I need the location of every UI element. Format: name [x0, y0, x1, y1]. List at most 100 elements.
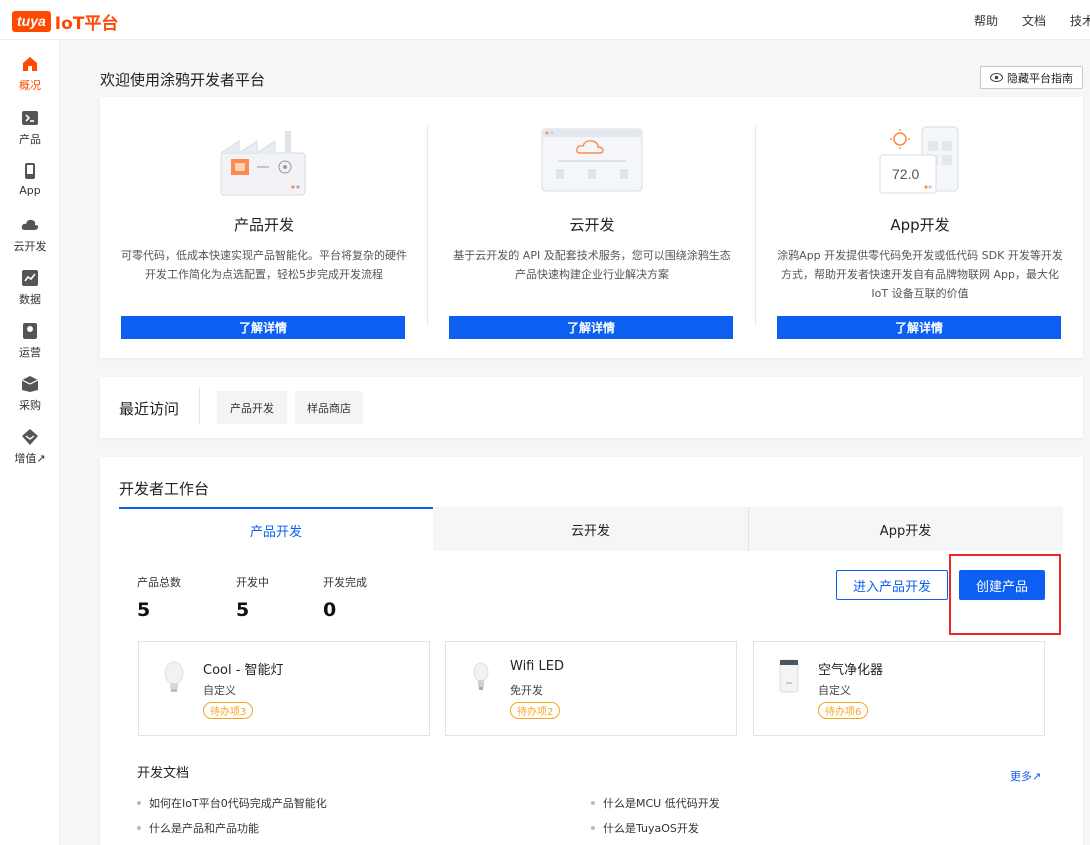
product-name: Cool - 智能灯 — [203, 663, 284, 678]
product-type: 自定义 — [818, 684, 851, 697]
product-card[interactable]: 空气净化器 自定义 待办项6 — [753, 641, 1045, 736]
learn-more-button[interactable]: 了解详情 — [449, 316, 733, 339]
learn-more-button[interactable]: 了解详情 — [121, 316, 405, 339]
cloud-illustration-icon — [541, 128, 643, 192]
stat-value: 5 — [236, 599, 250, 621]
bulb-icon — [473, 662, 489, 690]
sidebar-item-purchase[interactable]: 采购 — [0, 375, 60, 413]
feature-product-dev: 产品开发 可零代码，低成本快速实现产品智能化。平台将复杂的硬件开发工作简化为点选… — [100, 97, 428, 358]
phone-icon — [25, 163, 35, 179]
home-icon — [23, 57, 37, 71]
sidebar-item-label: 数据 — [19, 293, 41, 306]
bullet-icon — [137, 801, 141, 805]
doc-link-label: 什么是TuyaOS开发 — [603, 822, 699, 835]
sidebar-item-label: 云开发 — [13, 240, 47, 253]
stat-completed: 开发完成 0 — [323, 574, 367, 621]
tab-cloud-dev[interactable]: 云开发 — [433, 507, 748, 551]
cloud-icon — [21, 219, 39, 230]
docs-title: 开发文档 — [137, 766, 190, 781]
stat-value: 5 — [137, 599, 151, 621]
tab-product-dev[interactable]: 产品开发 — [119, 507, 433, 551]
terminal-icon — [22, 111, 38, 125]
todo-badge[interactable]: 待办项3 — [203, 702, 254, 719]
illus-temp: 72.0 — [892, 166, 919, 182]
product-name: Wifi LED — [510, 659, 564, 674]
eye-icon — [990, 73, 1003, 82]
sidebar-item-overview[interactable]: 概况 — [0, 55, 60, 93]
hide-guide-button[interactable]: 隐藏平台指南 — [980, 66, 1083, 89]
doc-link-label: 如何在IoT平台0代码完成产品智能化 — [149, 797, 327, 810]
product-type: 自定义 — [203, 684, 236, 697]
bulb-icon — [164, 661, 184, 692]
sidebar-item-product[interactable]: 产品 — [0, 109, 60, 147]
bullet-icon — [591, 801, 595, 805]
help-link[interactable]: 帮助 — [974, 12, 998, 29]
developer-workbench: 开发者工作台 产品开发 云开发 App开发 产品总数 5 开发中 5 开发完成 … — [100, 457, 1083, 845]
doc-link[interactable]: 如何在IoT平台0代码完成产品智能化 — [137, 795, 327, 811]
sidebar-item-label: 概况 — [19, 79, 41, 92]
product-card[interactable]: Wifi LED 免开发 待办项2 — [445, 641, 737, 736]
sidebar-item-data[interactable]: 数据 — [0, 269, 60, 307]
feature-desc: 基于云开发的 API 及配套技术服务，您可以围绕涂鸦生态产品快速构建企业行业解决… — [453, 249, 731, 281]
sidebar-item-cloud[interactable]: 云开发 — [0, 216, 60, 254]
recent-label: 最近访问 — [119, 400, 180, 418]
product-card[interactable]: Cool - 智能灯 自定义 待办项3 — [138, 641, 430, 736]
sidebar-item-operate[interactable]: 运营 — [0, 322, 60, 360]
bullet-icon — [591, 826, 595, 830]
sidebar-item-label: App — [19, 184, 41, 197]
feature-app-dev: 72.0 App开发 涂鸦App 开发提供零代码免开发或低代码 SDK 开发等开… — [756, 97, 1084, 358]
logo-text: IoT平台 — [54, 14, 119, 34]
docs-link[interactable]: 文档 — [1022, 12, 1046, 29]
sidebar-item-label: 产品 — [19, 133, 41, 146]
stat-label: 开发完成 — [323, 576, 367, 589]
box-icon — [21, 376, 39, 392]
tuya-logo[interactable]: tuya IoT平台 — [12, 9, 118, 34]
sidebar: 概况 产品 App 云开发 数据 运营 采购 增值↗ — [0, 40, 60, 845]
app-illustration-icon: 72.0 — [879, 126, 959, 194]
feature-desc: 涂鸦App 开发提供零代码免开发或低代码 SDK 开发等开发方式，帮助开发者快速… — [777, 249, 1063, 300]
doc-link[interactable]: 什么是MCU 低代码开发 — [591, 795, 720, 811]
page-title: 欢迎使用涂鸦开发者平台 — [100, 71, 266, 89]
doc-link-label: 什么是MCU 低代码开发 — [603, 797, 720, 810]
learn-more-button[interactable]: 了解详情 — [777, 316, 1061, 339]
recent-visits: 最近访问 产品开发 样品商店 — [100, 377, 1083, 438]
doc-link[interactable]: 什么是TuyaOS开发 — [591, 820, 699, 836]
todo-badge[interactable]: 待办项2 — [510, 702, 561, 719]
tab-app-dev[interactable]: App开发 — [748, 507, 1063, 551]
top-links: 帮助 文档 技术 — [974, 0, 1090, 40]
recent-divider — [199, 387, 200, 425]
feature-title: 产品开发 — [233, 216, 294, 234]
chart-icon — [22, 270, 38, 286]
feature-title: 云开发 — [569, 216, 615, 234]
air-purifier-icon — [779, 659, 799, 693]
annotation-highlight-box — [949, 554, 1061, 635]
todo-badge[interactable]: 待办项6 — [818, 702, 869, 719]
recent-chip-sample-store[interactable]: 样品商店 — [295, 391, 363, 424]
hide-guide-label: 隐藏平台指南 — [1007, 71, 1073, 85]
stat-in-development: 开发中 5 — [236, 574, 269, 621]
bullet-icon — [137, 826, 141, 830]
product-name: 空气净化器 — [818, 663, 884, 678]
doc-link[interactable]: 什么是产品和产品功能 — [137, 820, 259, 836]
stat-total-products: 产品总数 5 — [137, 574, 181, 621]
feature-cards: 产品开发 可零代码，低成本快速实现产品智能化。平台将复杂的硬件开发工作简化为点选… — [100, 97, 1083, 358]
top-bar: tuya IoT平台 帮助 文档 技术 — [0, 0, 1090, 40]
sidebar-item-label: 运营 — [19, 346, 41, 359]
sidebar-item-label: 增值↗ — [14, 452, 46, 465]
feature-title: App开发 — [890, 216, 950, 234]
sidebar-item-label: 采购 — [19, 399, 41, 412]
workbench-tabs: 产品开发 云开发 App开发 — [119, 507, 1063, 551]
tech-link[interactable]: 技术 — [1070, 12, 1090, 29]
enter-product-dev-button[interactable]: 进入产品开发 — [836, 570, 948, 600]
workbench-title: 开发者工作台 — [119, 480, 210, 498]
product-type: 免开发 — [510, 684, 543, 697]
badge-icon — [23, 323, 37, 339]
doc-link-label: 什么是产品和产品功能 — [149, 822, 259, 835]
factory-illustration-icon — [220, 131, 306, 196]
stat-label: 开发中 — [236, 576, 269, 589]
sidebar-item-value-added[interactable]: 增值↗ — [0, 428, 60, 466]
sidebar-item-app[interactable]: App — [0, 162, 60, 197]
stat-label: 产品总数 — [137, 576, 181, 589]
more-docs-link[interactable]: 更多↗ — [1010, 768, 1041, 784]
recent-chip-product-dev[interactable]: 产品开发 — [217, 391, 287, 424]
